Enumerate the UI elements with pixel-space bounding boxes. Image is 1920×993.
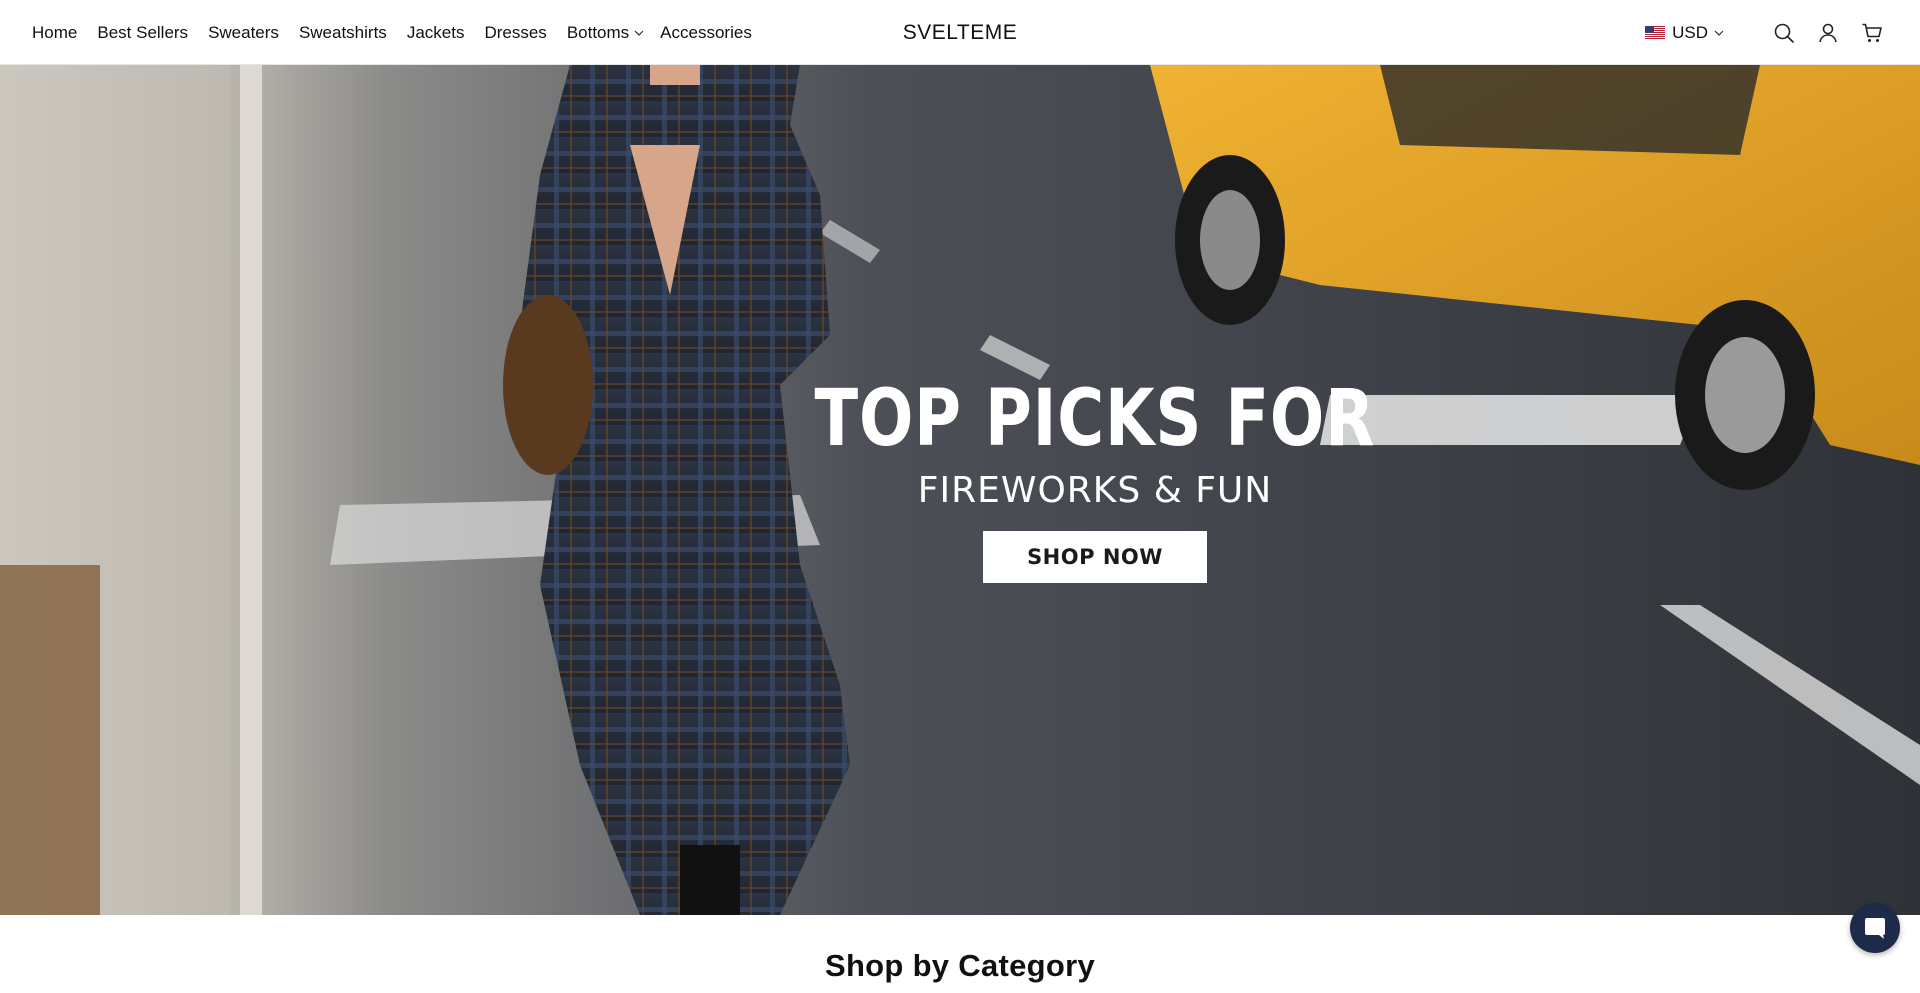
hero-subtitle: FIREWORKS & FUN bbox=[917, 470, 1273, 511]
nav-item-bottoms-label: Bottoms bbox=[566, 22, 630, 42]
hero-title: TOP PICKS FOR bbox=[814, 374, 1376, 464]
chevron-down-icon bbox=[634, 30, 644, 36]
us-flag-icon bbox=[1645, 26, 1666, 39]
nav-item-bottoms[interactable]: Bottoms bbox=[567, 23, 644, 43]
currency-selector[interactable]: USD bbox=[1645, 23, 1724, 43]
section-title-shop-by-category: Shop by Category bbox=[824, 948, 1096, 983]
nav-item-home[interactable]: Home bbox=[32, 23, 77, 43]
nav-item-sweaters[interactable]: Sweaters bbox=[208, 23, 279, 43]
account-icon[interactable] bbox=[1816, 21, 1840, 45]
cart-icon[interactable] bbox=[1860, 21, 1884, 45]
brand-logo[interactable]: SVELTEME bbox=[903, 0, 1017, 65]
hero-banner[interactable]: TOP PICKS FOR FIREWORKS & FUN SHOP NOW bbox=[0, 65, 1920, 915]
chevron-down-icon bbox=[1714, 30, 1724, 36]
search-icon[interactable] bbox=[1772, 21, 1796, 45]
nav-item-dresses[interactable]: Dresses bbox=[484, 23, 546, 43]
chat-icon bbox=[1865, 918, 1885, 939]
nav-item-jackets[interactable]: Jackets bbox=[407, 23, 465, 43]
site-header: Home Best Sellers Sweaters Sweatshirts J… bbox=[0, 0, 1920, 65]
currency-label: USD bbox=[1672, 22, 1708, 42]
nav-item-sweatshirts[interactable]: Sweatshirts bbox=[299, 23, 387, 43]
chat-button[interactable] bbox=[1850, 903, 1900, 953]
nav-item-accessories[interactable]: Accessories bbox=[660, 23, 752, 43]
nav-item-best-sellers[interactable]: Best Sellers bbox=[97, 23, 188, 43]
hero-content: TOP PICKS FOR FIREWORKS & FUN SHOP NOW bbox=[815, 380, 1375, 583]
header-tools: USD bbox=[1645, 0, 1884, 65]
main-nav: Home Best Sellers Sweaters Sweatshirts J… bbox=[32, 0, 772, 65]
shop-now-button[interactable]: SHOP NOW bbox=[983, 531, 1207, 583]
